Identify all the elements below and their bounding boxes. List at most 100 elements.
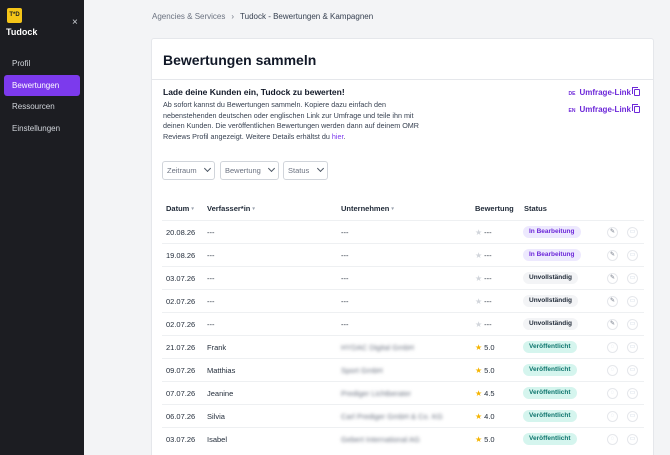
table-row[interactable]: 02.07.26 --- --- ★ --- Unvollständig ✎ ▭ — [162, 289, 644, 312]
column-header-status[interactable]: Status — [524, 204, 547, 213]
edit-icon[interactable]: ✎ — [607, 273, 618, 284]
divider — [152, 79, 653, 80]
de-flag-icon: DE — [568, 91, 576, 97]
comment-icon[interactable]: ▭ — [627, 342, 638, 353]
filter-bewertung[interactable]: Bewertung — [220, 161, 279, 180]
cell-author: Silvia — [207, 412, 225, 421]
rating-value: 4.0 — [484, 412, 495, 421]
rating-value: --- — [484, 297, 492, 306]
comment-icon[interactable]: ▭ — [627, 434, 638, 445]
bell-icon[interactable]: ◌ — [607, 411, 618, 422]
star-icon: ★ — [475, 228, 483, 237]
cell-author: --- — [207, 251, 215, 260]
bell-icon[interactable]: ◌ — [607, 365, 618, 376]
bell-icon[interactable]: ◌ — [607, 342, 618, 353]
filter-label: Status — [288, 166, 310, 175]
table-row[interactable]: 06.07.26 Silvia Carl Prediger GmbH & Co. K… — [162, 404, 644, 427]
sidebar-item-einstellungen[interactable]: Einstellungen — [4, 118, 80, 139]
intro-body: Ab sofort kannst du Bewertungen sammeln.… — [163, 100, 419, 141]
header-label: Verfasser*in — [207, 204, 251, 213]
cell-company: HYDAC Digital GmbH — [341, 343, 414, 352]
en-flag-icon: EN — [568, 108, 576, 114]
cell-date: 20.08.26 — [166, 228, 196, 237]
breadcrumb-current: Tudock - Bewertungen & Kampagnen — [240, 12, 374, 21]
filter-zeitraum[interactable]: Zeitraum — [162, 161, 215, 180]
comment-icon[interactable]: ▭ — [627, 250, 638, 261]
rating-value: 5.0 — [484, 343, 495, 352]
cell-rating: ★ 4.0 — [475, 412, 495, 421]
status-badge: In Bearbeitung — [523, 226, 581, 238]
chevron-down-icon — [267, 164, 276, 173]
survey-link-de[interactable]: DE Umfrage-Link — [568, 87, 640, 97]
comment-icon[interactable]: ▭ — [627, 365, 638, 376]
comment-icon[interactable]: ▭ — [627, 227, 638, 238]
cell-date: 02.07.26 — [166, 297, 196, 306]
status-badge: Veröffentlicht — [523, 410, 577, 422]
close-icon[interactable]: × — [72, 18, 78, 28]
edit-icon[interactable]: ✎ — [607, 250, 618, 261]
edit-icon[interactable]: ✎ — [607, 296, 618, 307]
cell-company: --- — [341, 297, 349, 306]
sidebar-item-bewertungen[interactable]: Bewertungen — [4, 75, 80, 96]
cell-rating: ★ --- — [475, 228, 492, 237]
table-row[interactable]: 03.07.26 --- --- ★ --- Unvollständig ✎ ▭ — [162, 266, 644, 289]
bell-icon[interactable]: ◌ — [607, 434, 618, 445]
cell-rating: ★ 4.5 — [475, 389, 495, 398]
column-header-company[interactable]: Unternehmen ▾ — [341, 204, 394, 213]
table-row[interactable]: 09.07.26 Matthias Sport GmbH ★ 5.0 Veröffentl… — [162, 358, 644, 381]
cell-company: Gebert International AG — [341, 435, 420, 444]
comment-icon[interactable]: ▭ — [627, 388, 638, 399]
copy-icon[interactable] — [632, 104, 640, 113]
filter-status[interactable]: Status — [283, 161, 328, 180]
edit-icon[interactable]: ✎ — [607, 227, 618, 238]
intro-end: . — [343, 131, 346, 141]
comment-icon[interactable]: ▭ — [627, 296, 638, 307]
status-badge: Unvollständig — [523, 318, 578, 330]
edit-icon[interactable]: ✎ — [607, 319, 618, 330]
cell-author: --- — [207, 228, 215, 237]
tudock-logo: T*D — [7, 8, 22, 23]
cell-company: Carl Prediger GmbH & Co. KG — [341, 412, 443, 421]
rating-value: --- — [484, 274, 492, 283]
sidebar-item-profil[interactable]: Profil — [4, 53, 80, 74]
cell-company: Prediger Lichtberater — [341, 389, 412, 398]
sort-icon: ▾ — [252, 206, 255, 212]
header-label: Unternehmen — [341, 204, 390, 213]
column-header-author[interactable]: Verfasser*in ▾ — [207, 204, 255, 213]
table-row[interactable]: 02.07.26 --- --- ★ --- Unvollständig ✎ ▭ — [162, 312, 644, 335]
cell-rating: ★ --- — [475, 274, 492, 283]
comment-icon[interactable]: ▭ — [627, 273, 638, 284]
survey-link-en[interactable]: EN Umfrage-Link — [568, 104, 640, 114]
cell-rating: ★ --- — [475, 297, 492, 306]
star-icon: ★ — [475, 389, 483, 398]
cell-company: --- — [341, 320, 349, 329]
table-row[interactable]: 21.07.26 Frank HYDAC Digital GmbH ★ 5.0 Veröf… — [162, 335, 644, 358]
breadcrumb-parent-link[interactable]: Agencies & Services — [152, 12, 225, 21]
comment-icon[interactable]: ▭ — [627, 411, 638, 422]
survey-link-label: Umfrage-Link — [579, 105, 631, 114]
details-link[interactable]: hier — [332, 132, 344, 141]
rating-value: 5.0 — [484, 366, 495, 375]
status-badge: Veröffentlicht — [523, 364, 577, 376]
bell-icon[interactable]: ◌ — [607, 388, 618, 399]
table-row[interactable]: 19.08.26 --- --- ★ --- In Bearbeitung ✎ ▭ — [162, 243, 644, 266]
star-icon: ★ — [475, 251, 483, 260]
filter-label: Bewertung — [225, 166, 261, 175]
filter-label: Zeitraum — [167, 166, 197, 175]
column-header-rating[interactable]: Bewertung — [475, 204, 514, 213]
sidebar-item-ressourcen[interactable]: Ressourcen — [4, 96, 80, 117]
intro-text: Ab sofort kannst du Bewertungen sammeln.… — [163, 100, 433, 142]
copy-icon[interactable] — [632, 87, 640, 96]
cell-date: 03.07.26 — [166, 435, 196, 444]
cell-company: --- — [341, 228, 349, 237]
column-header-date[interactable]: Datum ▾ — [166, 204, 194, 213]
rating-value: --- — [484, 320, 492, 329]
table-row[interactable]: 07.07.26 Jeanine Prediger Lichtberater ★ 4.5… — [162, 381, 644, 404]
star-icon: ★ — [475, 435, 483, 444]
star-icon: ★ — [475, 320, 483, 329]
table-row[interactable]: 03.07.26 Isabel Gebert International AG ★ 5.… — [162, 427, 644, 450]
table-row[interactable]: 20.08.26 --- --- ★ --- In Bearbeitung ✎ ▭ — [162, 220, 644, 243]
cell-author: --- — [207, 320, 215, 329]
cell-company: --- — [341, 251, 349, 260]
comment-icon[interactable]: ▭ — [627, 319, 638, 330]
